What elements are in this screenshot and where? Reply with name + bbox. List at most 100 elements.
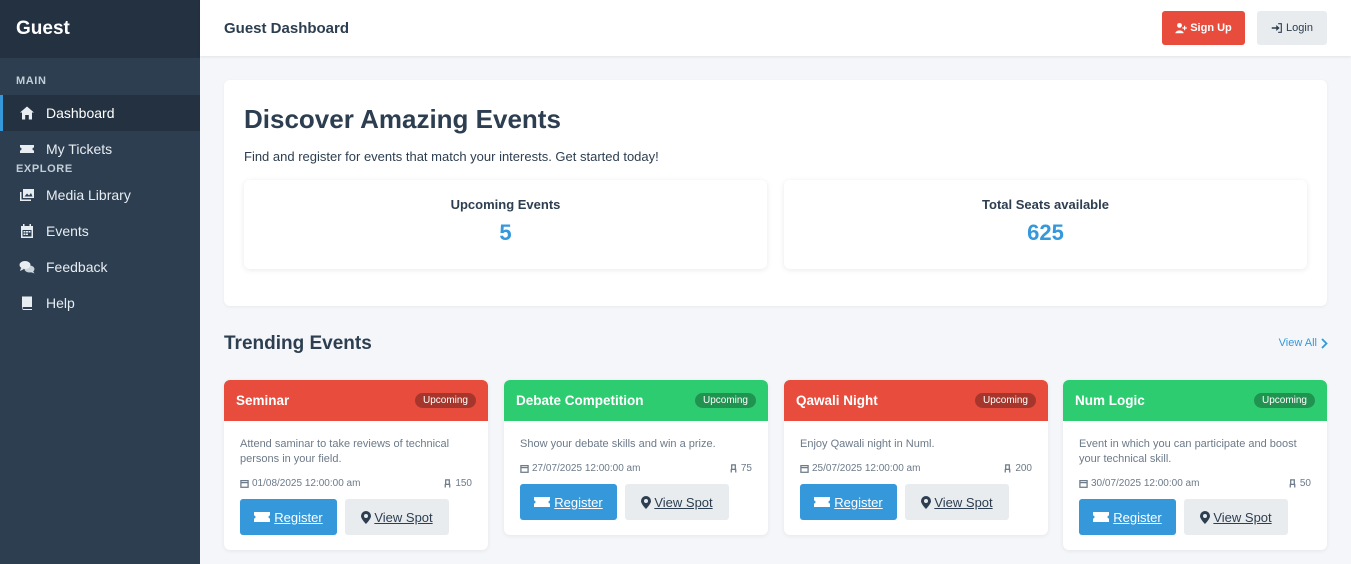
ticket-icon [18,140,36,158]
sidebar-item-label: Dashboard [46,105,115,121]
calendar-icon [800,464,809,473]
map-marker-icon [921,495,932,509]
event-date: 27/07/2025 12:00:00 am [520,463,640,474]
status-badge: Upcoming [694,393,756,408]
view-all-label: View All [1278,337,1317,349]
sidebar-item-my-tickets[interactable]: My Tickets [0,131,200,167]
login-label: Login [1286,22,1313,34]
sidebar-item-help[interactable]: Help [0,285,200,321]
event-card-num-logic: Num Logic Upcoming Event in which you ca… [1063,380,1327,550]
hero-card: Discover Amazing Events Find and registe… [224,80,1327,306]
ticket-icon [534,497,551,507]
top-header: Guest Dashboard Sign Up Login [200,0,1351,56]
seat-icon [730,464,737,473]
event-seats: 50 [1288,478,1311,489]
sidebar-item-label: Events [46,223,89,239]
event-title: Seminar [236,393,290,408]
event-description: Enjoy Qawali night in Numl. [800,438,935,450]
view-spot-button[interactable]: View Spot [905,484,1009,520]
view-spot-button[interactable]: View Spot [345,499,449,535]
event-card-header: Qawali Night Upcoming [784,380,1048,421]
register-label: Register [274,509,323,525]
status-badge: Upcoming [1253,393,1315,408]
view-spot-label: View Spot [934,494,993,510]
view-spot-button[interactable]: View Spot [1184,499,1288,535]
section-label-explore: EXPLORE [16,163,73,175]
stat-value: 5 [499,220,512,245]
register-label: Register [1113,509,1162,525]
register-button[interactable]: Register [240,499,337,535]
calendar-icon [1079,479,1088,488]
map-marker-icon [1200,510,1211,524]
event-card-header: Num Logic Upcoming [1063,380,1327,421]
seat-icon [1289,479,1296,488]
ticket-icon [254,512,271,522]
sign-in-icon [1271,23,1282,33]
register-label: Register [834,494,883,510]
stat-label: Upcoming Events [450,197,561,212]
register-label: Register [554,494,603,510]
event-seats: 150 [443,478,472,489]
home-icon [18,104,36,122]
register-button[interactable]: Register [800,484,897,520]
book-icon [18,294,36,312]
trending-events-title: Trending Events [224,333,372,354]
event-title: Qawali Night [796,393,878,408]
sidebar-item-feedback[interactable]: Feedback [0,249,200,285]
event-description: Show your debate skills and win a prize. [520,438,716,450]
stat-card-total-seats: Total Seats available 625 [784,180,1307,269]
stat-value: 625 [1027,220,1064,245]
map-marker-icon [361,510,372,524]
event-title: Debate Competition [516,393,644,408]
seat-icon [444,479,451,488]
event-seats: 75 [729,463,752,474]
sidebar-item-label: My Tickets [46,141,113,157]
event-title: Num Logic [1075,393,1145,408]
view-spot-button[interactable]: View Spot [625,484,729,520]
page-title: Guest Dashboard [224,19,350,37]
sidebar-item-events[interactable]: Events [0,213,200,249]
view-all-link[interactable]: View All [1279,337,1328,349]
map-marker-icon [641,495,652,509]
event-description: Attend saminar to take reviews of techni… [240,438,450,465]
images-icon [18,186,36,204]
register-button[interactable]: Register [1079,499,1176,535]
calendar-icon [240,479,249,488]
hero-title: Discover Amazing Events [244,104,561,134]
hero-subtitle: Find and register for events that match … [244,149,659,164]
header-actions: Sign Up Login [1162,11,1327,45]
event-date: 30/07/2025 12:00:00 am [1079,478,1199,489]
register-button[interactable]: Register [520,484,617,520]
sidebar-item-label: Help [46,295,75,311]
sidebar-item-dashboard[interactable]: Dashboard [0,95,200,131]
seat-icon [1004,464,1011,473]
calendar-icon [520,464,529,473]
ticket-icon [1093,512,1110,522]
stat-card-upcoming-events: Upcoming Events 5 [244,180,767,269]
status-badge: Upcoming [414,393,476,408]
sidebar-item-label: Feedback [46,259,108,275]
sign-up-label: Sign Up [1190,22,1232,34]
event-card-header: Debate Competition Upcoming [504,380,768,421]
brand-title: Guest [0,0,200,58]
sidebar-item-media-library[interactable]: Media Library [0,177,200,213]
view-spot-label: View Spot [654,494,713,510]
ticket-icon [814,497,831,507]
status-badge: Upcoming [974,393,1036,408]
event-date: 01/08/2025 12:00:00 am [240,478,360,489]
event-card-seminar: Seminar Upcoming Attend saminar to take … [224,380,488,550]
event-date: 25/07/2025 12:00:00 am [800,463,920,474]
sidebar: Guest MAIN Dashboard My Tickets EXPLORE … [0,0,200,564]
sign-up-button[interactable]: Sign Up [1162,11,1245,45]
sidebar-item-label: Media Library [46,187,131,203]
event-card-qawali-night: Qawali Night Upcoming Enjoy Qawali night… [784,380,1048,535]
stat-label: Total Seats available [982,197,1109,212]
view-spot-label: View Spot [1213,509,1272,525]
login-button[interactable]: Login [1257,11,1327,45]
event-card-header: Seminar Upcoming [224,380,488,421]
calendar-icon [18,222,36,240]
view-spot-label: View Spot [374,509,433,525]
chevron-right-icon [1321,337,1328,349]
section-label-main: MAIN [16,75,47,87]
event-seats: 200 [1003,463,1032,474]
